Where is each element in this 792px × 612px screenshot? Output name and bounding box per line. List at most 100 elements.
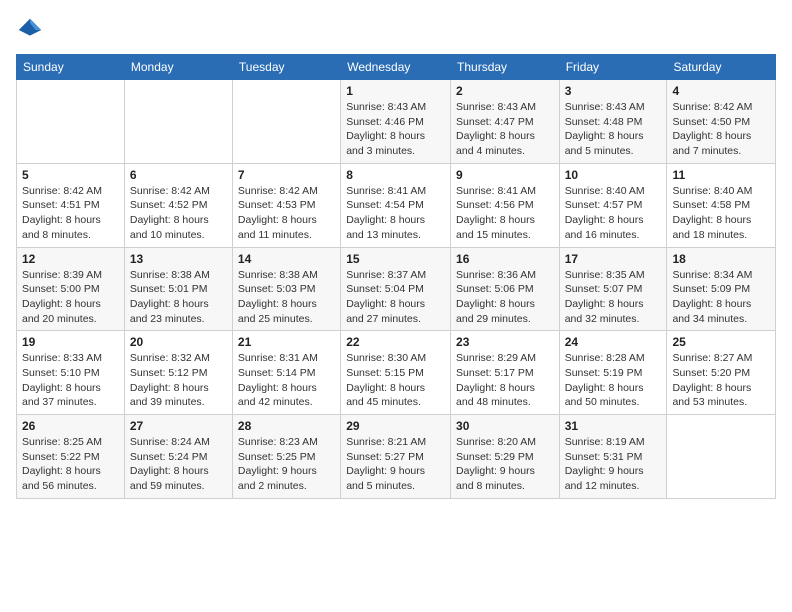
calendar-cell: [667, 415, 776, 499]
calendar-cell: 7 Sunrise: 8:42 AM Sunset: 4:53 PM Daylig…: [232, 163, 340, 247]
calendar-cell: 28 Sunrise: 8:23 AM Sunset: 5:25 PM Dayli…: [232, 415, 340, 499]
day-number: 26: [22, 419, 119, 433]
calendar-cell: 15 Sunrise: 8:37 AM Sunset: 5:04 PM Dayli…: [341, 247, 451, 331]
calendar-cell: 24Sunrise: 8:28 AM Sunset: 5:19 PM Dayli…: [559, 331, 667, 415]
calendar-cell: 22Sunrise: 8:30 AM Sunset: 5:15 PM Dayli…: [341, 331, 451, 415]
day-info: Sunrise: 8:42 AM Sunset: 4:51 PM Dayligh…: [22, 184, 119, 243]
day-info: Sunrise: 8:37 AM Sunset: 5:04 PM Dayligh…: [346, 268, 445, 327]
calendar-cell: 26Sunrise: 8:25 AM Sunset: 5:22 PM Dayli…: [17, 415, 125, 499]
day-info: Sunrise: 8:41 AM Sunset: 4:54 PM Dayligh…: [346, 184, 445, 243]
day-info: Sunrise: 8:42 AM Sunset: 4:50 PM Dayligh…: [672, 100, 770, 159]
day-info: Sunrise: 8:30 AM Sunset: 5:15 PM Dayligh…: [346, 351, 445, 410]
day-number: 8: [346, 168, 445, 182]
calendar-cell: 16Sunrise: 8:36 AM Sunset: 5:06 PM Dayli…: [451, 247, 560, 331]
day-number: 14: [238, 252, 335, 266]
calendar-cell: 2Sunrise: 8:43 AM Sunset: 4:47 PM Daylig…: [451, 80, 560, 164]
calendar-cell: [124, 80, 232, 164]
day-info: Sunrise: 8:41 AM Sunset: 4:56 PM Dayligh…: [456, 184, 554, 243]
logo-icon: [16, 16, 44, 44]
calendar-cell: 19 Sunrise: 8:33 AM Sunset: 5:10 PM Dayli…: [17, 331, 125, 415]
day-info: Sunrise: 8:27 AM Sunset: 5:20 PM Dayligh…: [672, 351, 770, 410]
calendar-cell: 29Sunrise: 8:21 AM Sunset: 5:27 PM Dayli…: [341, 415, 451, 499]
day-info: Sunrise: 8:42 AM Sunset: 4:53 PM Dayligh…: [238, 184, 335, 243]
calendar-cell: 30 Sunrise: 8:20 AM Sunset: 5:29 PM Dayli…: [451, 415, 560, 499]
day-info: Sunrise: 8:19 AM Sunset: 5:31 PM Dayligh…: [565, 435, 662, 494]
calendar-cell: 3 Sunrise: 8:43 AM Sunset: 4:48 PM Daylig…: [559, 80, 667, 164]
calendar-cell: 18 Sunrise: 8:34 AM Sunset: 5:09 PM Dayli…: [667, 247, 776, 331]
day-number: 16: [456, 252, 554, 266]
day-number: 15: [346, 252, 445, 266]
day-info: Sunrise: 8:43 AM Sunset: 4:48 PM Dayligh…: [565, 100, 662, 159]
day-info: Sunrise: 8:42 AM Sunset: 4:52 PM Dayligh…: [130, 184, 227, 243]
day-number: 27: [130, 419, 227, 433]
day-number: 4: [672, 84, 770, 98]
day-info: Sunrise: 8:31 AM Sunset: 5:14 PM Dayligh…: [238, 351, 335, 410]
day-number: 10: [565, 168, 662, 182]
calendar-cell: 5Sunrise: 8:42 AM Sunset: 4:51 PM Daylig…: [17, 163, 125, 247]
day-info: Sunrise: 8:38 AM Sunset: 5:03 PM Dayligh…: [238, 268, 335, 327]
day-info: Sunrise: 8:35 AM Sunset: 5:07 PM Dayligh…: [565, 268, 662, 327]
weekday-header-sunday: Sunday: [17, 55, 125, 80]
day-info: Sunrise: 8:24 AM Sunset: 5:24 PM Dayligh…: [130, 435, 227, 494]
calendar-cell: 31 Sunrise: 8:19 AM Sunset: 5:31 PM Dayli…: [559, 415, 667, 499]
week-row-1: 1Sunrise: 8:43 AM Sunset: 4:46 PM Daylig…: [17, 80, 776, 164]
week-row-3: 12 Sunrise: 8:39 AM Sunset: 5:00 PM Dayli…: [17, 247, 776, 331]
weekday-header-thursday: Thursday: [451, 55, 560, 80]
day-number: 6: [130, 168, 227, 182]
calendar-cell: 10 Sunrise: 8:40 AM Sunset: 4:57 PM Dayli…: [559, 163, 667, 247]
day-number: 2: [456, 84, 554, 98]
calendar-cell: 9 Sunrise: 8:41 AM Sunset: 4:56 PM Daylig…: [451, 163, 560, 247]
weekday-header-saturday: Saturday: [667, 55, 776, 80]
day-number: 12: [22, 252, 119, 266]
day-number: 20: [130, 335, 227, 349]
weekday-header-friday: Friday: [559, 55, 667, 80]
day-info: Sunrise: 8:39 AM Sunset: 5:00 PM Dayligh…: [22, 268, 119, 327]
day-info: Sunrise: 8:32 AM Sunset: 5:12 PM Dayligh…: [130, 351, 227, 410]
calendar-cell: 8 Sunrise: 8:41 AM Sunset: 4:54 PM Daylig…: [341, 163, 451, 247]
day-info: Sunrise: 8:23 AM Sunset: 5:25 PM Dayligh…: [238, 435, 335, 494]
logo: [16, 16, 48, 44]
day-info: Sunrise: 8:20 AM Sunset: 5:29 PM Dayligh…: [456, 435, 554, 494]
day-number: 3: [565, 84, 662, 98]
day-info: Sunrise: 8:40 AM Sunset: 4:57 PM Dayligh…: [565, 184, 662, 243]
day-info: Sunrise: 8:40 AM Sunset: 4:58 PM Dayligh…: [672, 184, 770, 243]
day-number: 23: [456, 335, 554, 349]
weekday-header-wednesday: Wednesday: [341, 55, 451, 80]
calendar-cell: 27 Sunrise: 8:24 AM Sunset: 5:24 PM Dayli…: [124, 415, 232, 499]
day-number: 7: [238, 168, 335, 182]
calendar-cell: 1Sunrise: 8:43 AM Sunset: 4:46 PM Daylig…: [341, 80, 451, 164]
day-number: 21: [238, 335, 335, 349]
weekday-header-row: SundayMondayTuesdayWednesdayThursdayFrid…: [17, 55, 776, 80]
page: SundayMondayTuesdayWednesdayThursdayFrid…: [0, 0, 792, 612]
day-number: 11: [672, 168, 770, 182]
day-number: 28: [238, 419, 335, 433]
day-number: 25: [672, 335, 770, 349]
day-number: 18: [672, 252, 770, 266]
calendar-cell: 21 Sunrise: 8:31 AM Sunset: 5:14 PM Dayli…: [232, 331, 340, 415]
day-number: 13: [130, 252, 227, 266]
calendar-cell: 6 Sunrise: 8:42 AM Sunset: 4:52 PM Daylig…: [124, 163, 232, 247]
week-row-2: 5Sunrise: 8:42 AM Sunset: 4:51 PM Daylig…: [17, 163, 776, 247]
day-info: Sunrise: 8:21 AM Sunset: 5:27 PM Dayligh…: [346, 435, 445, 494]
calendar-cell: 13 Sunrise: 8:38 AM Sunset: 5:01 PM Dayli…: [124, 247, 232, 331]
calendar-cell: 20 Sunrise: 8:32 AM Sunset: 5:12 PM Dayli…: [124, 331, 232, 415]
day-number: 31: [565, 419, 662, 433]
day-info: Sunrise: 8:33 AM Sunset: 5:10 PM Dayligh…: [22, 351, 119, 410]
calendar-cell: 17 Sunrise: 8:35 AM Sunset: 5:07 PM Dayli…: [559, 247, 667, 331]
day-number: 17: [565, 252, 662, 266]
calendar-cell: [232, 80, 340, 164]
calendar-cell: 11 Sunrise: 8:40 AM Sunset: 4:58 PM Dayli…: [667, 163, 776, 247]
calendar-table: SundayMondayTuesdayWednesdayThursdayFrid…: [16, 54, 776, 499]
calendar-cell: 4 Sunrise: 8:42 AM Sunset: 4:50 PM Daylig…: [667, 80, 776, 164]
day-info: Sunrise: 8:34 AM Sunset: 5:09 PM Dayligh…: [672, 268, 770, 327]
calendar-cell: [17, 80, 125, 164]
day-number: 19: [22, 335, 119, 349]
day-number: 1: [346, 84, 445, 98]
week-row-5: 26Sunrise: 8:25 AM Sunset: 5:22 PM Dayli…: [17, 415, 776, 499]
header: [16, 16, 776, 44]
day-info: Sunrise: 8:38 AM Sunset: 5:01 PM Dayligh…: [130, 268, 227, 327]
weekday-header-monday: Monday: [124, 55, 232, 80]
day-number: 30: [456, 419, 554, 433]
weekday-header-tuesday: Tuesday: [232, 55, 340, 80]
day-number: 9: [456, 168, 554, 182]
